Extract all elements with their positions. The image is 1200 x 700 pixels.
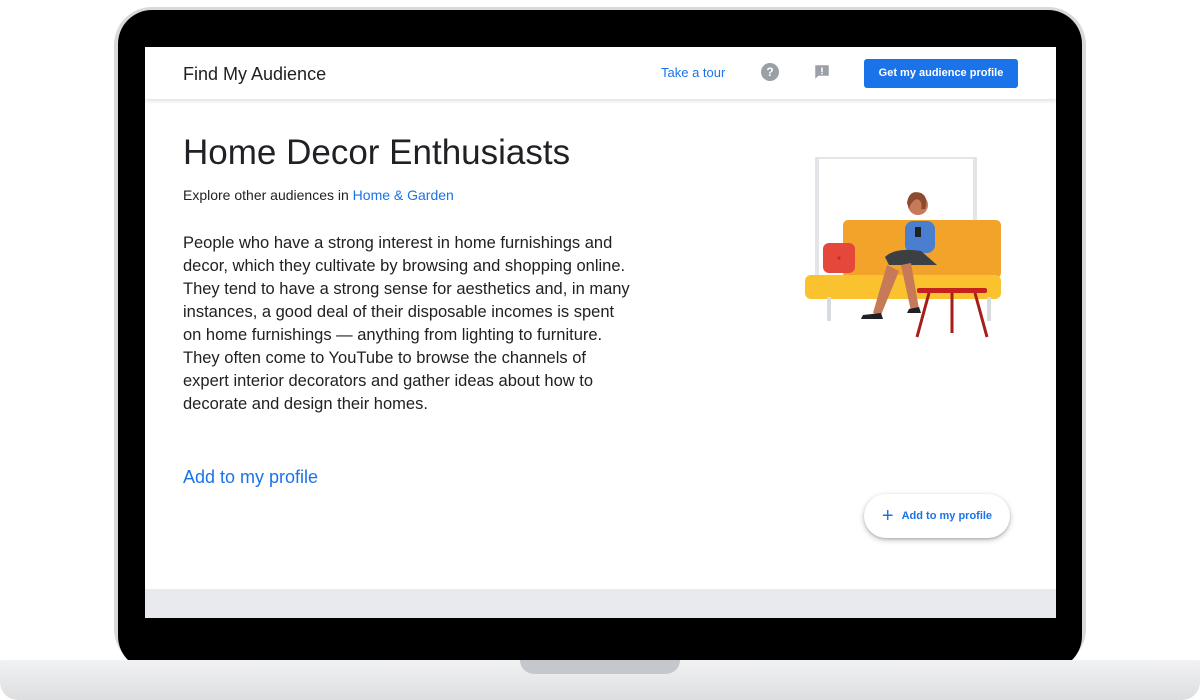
audience-description: People who have a strong interest in hom… bbox=[183, 234, 630, 413]
add-to-profile-link[interactable]: Add to my profile bbox=[183, 467, 318, 488]
laptop-notch bbox=[520, 660, 680, 674]
page-title: Home Decor Enthusiasts bbox=[183, 133, 571, 172]
feedback-icon[interactable] bbox=[813, 63, 831, 81]
person-on-sofa-illustration bbox=[805, 157, 1001, 338]
plus-icon: + bbox=[881, 505, 894, 527]
help-icon[interactable]: ? bbox=[761, 63, 779, 81]
home-garden-link[interactable]: Home & Garden bbox=[353, 187, 454, 203]
footer-band bbox=[145, 589, 1056, 618]
get-audience-profile-button[interactable]: Get my audience profile bbox=[864, 59, 1018, 88]
explore-prefix: Explore other audiences in bbox=[183, 187, 349, 203]
take-tour-link[interactable]: Take a tour bbox=[661, 65, 725, 80]
main-content: Home Decor Enthusiasts Explore other aud… bbox=[145, 99, 1056, 589]
explore-line: Explore other audiences in Home & Garden bbox=[183, 187, 454, 203]
screen: Find My Audience Take a tour ? Get my au… bbox=[145, 47, 1056, 618]
top-bar: Find My Audience Take a tour ? Get my au… bbox=[145, 47, 1056, 99]
fab-label: Add to my profile bbox=[901, 510, 993, 522]
app-title: Find My Audience bbox=[183, 64, 327, 84]
add-to-profile-fab[interactable]: + Add to my profile bbox=[864, 494, 1010, 538]
